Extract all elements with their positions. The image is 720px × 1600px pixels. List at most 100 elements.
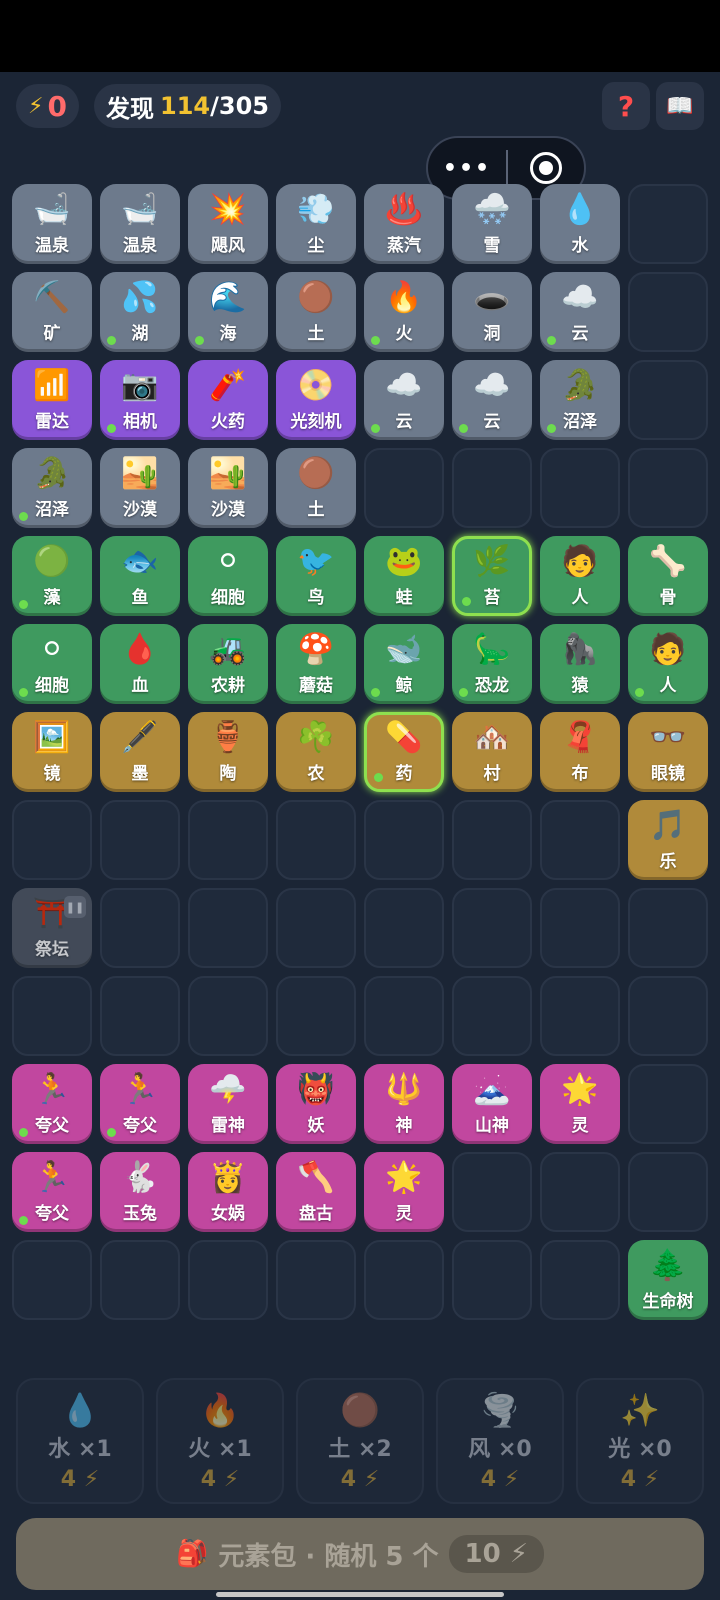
element-tile[interactable]: 💊 药 — [364, 712, 444, 792]
element-tile[interactable]: 🧨 火药 — [188, 360, 268, 440]
element-tile[interactable]: 🟢 藻 — [12, 536, 92, 616]
element-tile[interactable]: ☁️ 云 — [452, 360, 532, 440]
element-tile[interactable]: 🚜 农耕 — [188, 624, 268, 704]
element-tile[interactable]: 🧑 人 — [628, 624, 708, 704]
element-tile[interactable]: ☘️ 农 — [276, 712, 356, 792]
element-icon: 🟤 — [297, 455, 335, 491]
element-tile[interactable]: 🍄 蘑菇 — [276, 624, 356, 704]
element-tile[interactable]: 🐦 鸟 — [276, 536, 356, 616]
element-tile[interactable]: 🔥 火 — [364, 272, 444, 352]
element-tile[interactable]: 🐟 鱼 — [100, 536, 180, 616]
new-indicator-dot — [371, 424, 380, 433]
element-tile[interactable]: 💨 尘 — [276, 184, 356, 264]
element-icon: 💦 — [121, 279, 159, 315]
element-tile[interactable]: ☁️ 云 — [540, 272, 620, 352]
element-tile[interactable]: 🩸 血 — [100, 624, 180, 704]
element-tile[interactable]: 🌊 海 — [188, 272, 268, 352]
element-tile[interactable]: 🟤 土 — [276, 272, 356, 352]
element-tile[interactable]: 🐸 蛙 — [364, 536, 444, 616]
element-tile[interactable]: 🌟 灵 — [364, 1152, 444, 1232]
element-tile[interactable]: 🗻 山神 — [452, 1064, 532, 1144]
element-tile[interactable]: 👓 眼镜 — [628, 712, 708, 792]
encyclopedia-button[interactable]: 📖 — [656, 82, 704, 130]
shop-item[interactable]: 💧 水 ×1 4 ⚡ — [16, 1378, 144, 1504]
element-tile[interactable]: 📀 光刻机 — [276, 360, 356, 440]
element-label: 女娲 — [211, 1203, 245, 1224]
element-tile[interactable]: 🌲 生命树 — [628, 1240, 708, 1320]
element-tile[interactable]: 🧑 人 — [540, 536, 620, 616]
more-menu-button[interactable]: ••• — [428, 156, 506, 181]
element-tile[interactable]: 🏺 陶 — [188, 712, 268, 792]
element-tile[interactable]: 🔱 神 — [364, 1064, 444, 1144]
shop-item-icon: 💧 — [60, 1390, 100, 1429]
element-label: 火 — [395, 323, 413, 344]
element-label: 云 — [571, 323, 589, 344]
element-label: 盘古 — [299, 1203, 333, 1224]
element-tile[interactable]: ⚪ 细胞 — [12, 624, 92, 704]
element-tile[interactable]: 🌟 灵 — [540, 1064, 620, 1144]
element-tile[interactable]: 💧 水 — [540, 184, 620, 264]
close-miniprogram-button[interactable] — [508, 152, 584, 184]
element-label: 火药 — [211, 411, 245, 432]
element-tile[interactable]: 🧣 布 — [540, 712, 620, 792]
new-indicator-dot — [371, 688, 380, 697]
element-tile[interactable]: 🌨️ 雪 — [452, 184, 532, 264]
element-label: 墨 — [131, 763, 149, 784]
element-tile[interactable]: 🪓 盘古 — [276, 1152, 356, 1232]
element-icon: ⚪ — [39, 631, 65, 667]
shop-item[interactable]: 🟤 土 ×2 4 ⚡ — [296, 1378, 424, 1504]
element-icon: 🐸 — [385, 543, 423, 579]
element-tile[interactable]: 👸 女娲 — [188, 1152, 268, 1232]
element-tile[interactable]: 🐋 鲸 — [364, 624, 444, 704]
element-tile[interactable]: 🏜️ 沙漠 — [100, 448, 180, 528]
element-tile[interactable]: 🏃 夸父 — [100, 1064, 180, 1144]
element-tile[interactable]: 🦕 恐龙 — [452, 624, 532, 704]
element-tile[interactable]: 📶 雷达 — [12, 360, 92, 440]
element-tile[interactable]: 🏜️ 沙漠 — [188, 448, 268, 528]
element-pack-button[interactable]: 🎒 元素包 · 随机 5 个 10 ⚡ — [16, 1518, 704, 1590]
element-tile[interactable]: ⛩️ 祭坛 ❚❚ — [12, 888, 92, 968]
help-button[interactable]: ? — [602, 82, 650, 130]
element-tile[interactable]: 🛁 温泉 — [12, 184, 92, 264]
element-tile[interactable]: 🐇 玉兔 — [100, 1152, 180, 1232]
element-tile[interactable]: ♨️ 蒸汽 — [364, 184, 444, 264]
element-tile[interactable]: 🦍 猿 — [540, 624, 620, 704]
element-tile[interactable]: 🏃 夸父 — [12, 1064, 92, 1144]
element-label: 猿 — [571, 675, 589, 696]
element-icon: 🐋 — [385, 631, 423, 667]
energy-value: 0 — [47, 89, 67, 123]
element-tile[interactable]: 🐊 沼泽 — [12, 448, 92, 528]
home-indicator — [216, 1592, 504, 1597]
element-tile[interactable]: 🖋️ 墨 — [100, 712, 180, 792]
element-tile[interactable]: ☁️ 云 — [364, 360, 444, 440]
element-label: 乐 — [659, 851, 677, 872]
element-icon: 🚜 — [209, 631, 247, 667]
element-tile[interactable]: ⛏️ 矿 — [12, 272, 92, 352]
element-tile[interactable]: 🏘️ 村 — [452, 712, 532, 792]
element-tile[interactable]: 🕳️ 洞 — [452, 272, 532, 352]
element-tile[interactable]: 💥 飓风 — [188, 184, 268, 264]
element-tile[interactable]: 🏃 夸父 — [12, 1152, 92, 1232]
element-tile[interactable]: 🦴 骨 — [628, 536, 708, 616]
element-label: 雷达 — [35, 411, 69, 432]
element-tile[interactable]: 👹 妖 — [276, 1064, 356, 1144]
shop-item[interactable]: 🔥 火 ×1 4 ⚡ — [156, 1378, 284, 1504]
element-tile[interactable]: 🛁 温泉 — [100, 184, 180, 264]
element-tile[interactable]: 🎵 乐 — [628, 800, 708, 880]
shop-item[interactable]: 🌪️ 风 ×0 4 ⚡ — [436, 1378, 564, 1504]
shop-item-cost: 4 ⚡ — [620, 1466, 660, 1492]
element-icon: 🐦 — [297, 543, 335, 579]
element-tile[interactable]: ⚪ 细胞 — [188, 536, 268, 616]
element-tile[interactable]: 🌿 苔 — [452, 536, 532, 616]
element-label: 玉兔 — [123, 1203, 157, 1224]
element-tile[interactable]: 🖼️ 镜 — [12, 712, 92, 792]
element-label: 湖 — [131, 323, 149, 344]
element-tile[interactable]: 🌩️ 雷神 — [188, 1064, 268, 1144]
element-tile[interactable]: 🟤 土 — [276, 448, 356, 528]
element-tile[interactable]: 💦 湖 — [100, 272, 180, 352]
discover-label: 发现 — [106, 94, 154, 123]
element-icon: 💥 — [209, 191, 247, 227]
element-tile[interactable]: 📷 相机 — [100, 360, 180, 440]
shop-item[interactable]: ✨ 光 ×0 4 ⚡ — [576, 1378, 704, 1504]
element-tile[interactable]: 🐊 沼泽 — [540, 360, 620, 440]
